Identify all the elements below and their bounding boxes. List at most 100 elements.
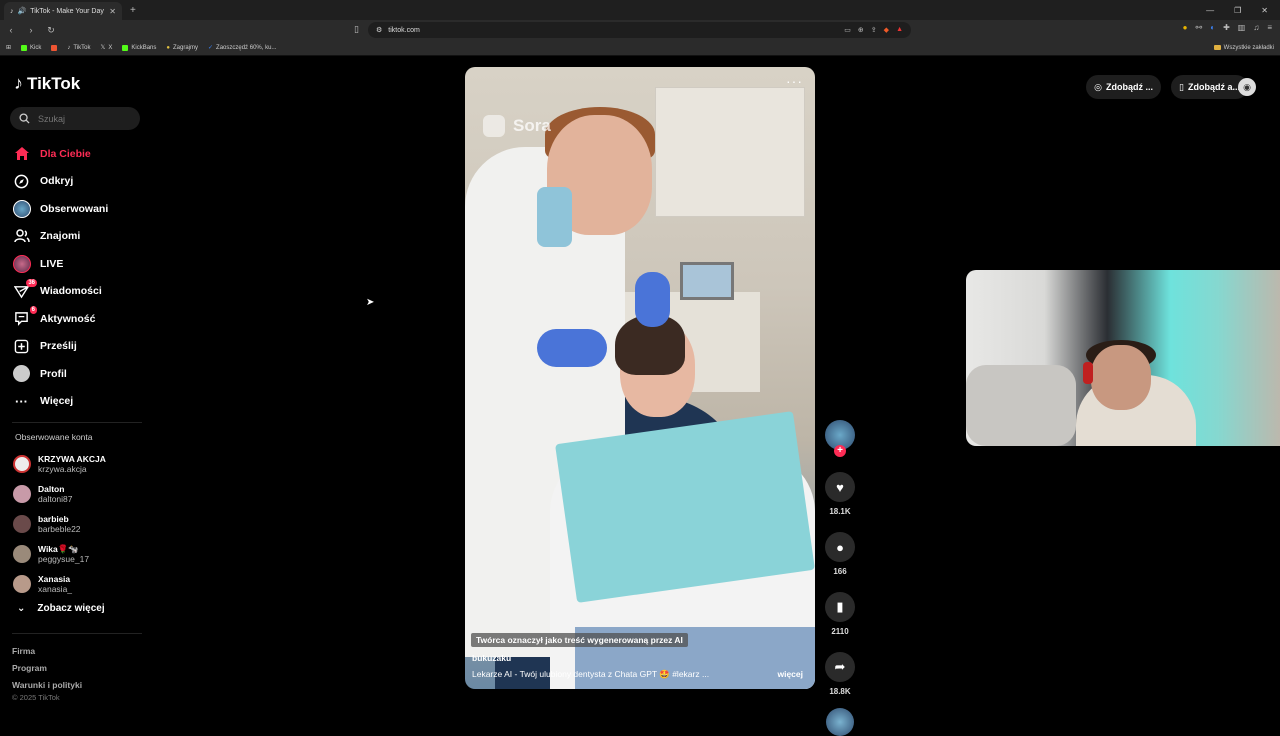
nav-upload[interactable]: Prześlij: [12, 333, 142, 361]
music-disc-icon[interactable]: [826, 708, 854, 736]
extension-icon[interactable]: ⚯: [1196, 23, 1203, 32]
get-app-button[interactable]: ▯ Zdobądź a...: [1171, 75, 1248, 99]
x-icon: 𝕏: [100, 45, 106, 51]
account-item[interactable]: Dalton daltoni87: [13, 479, 143, 509]
all-bookmarks[interactable]: Wszystkie zakładki: [1213, 45, 1274, 51]
url-field[interactable]: ⚙ tiktok.com ▭ ⊕ ⇪ ◆ ▲: [368, 22, 911, 38]
puzzle-icon[interactable]: ✚: [1223, 23, 1230, 32]
video-player[interactable]: Sora ··· Twórca oznaczył jako treść wyge…: [465, 67, 815, 689]
tiktok-icon: ♪: [67, 44, 71, 51]
brave-shield-icon[interactable]: ◆: [884, 26, 889, 34]
creator-avatar[interactable]: +: [825, 420, 855, 457]
extension-icon[interactable]: ●: [1183, 23, 1188, 32]
bookmark-icon[interactable]: ▯: [354, 24, 359, 35]
bookmark-item[interactable]: 𝕏X: [100, 44, 113, 52]
rewards-icon[interactable]: ▲: [896, 26, 903, 34]
video-scene-monitor: [680, 262, 734, 300]
account-item[interactable]: barbieb barbeble22: [13, 509, 143, 539]
footer-link-terms[interactable]: Warunki i polityki: [12, 677, 82, 694]
footer-link-program[interactable]: Program: [12, 660, 82, 677]
live-icon: [12, 254, 31, 273]
more-description-button[interactable]: więcej: [777, 669, 803, 679]
compass-icon: [12, 172, 31, 191]
upload-icon: [12, 337, 31, 356]
comment-icon[interactable]: ●: [825, 532, 855, 562]
sidebar-toggle-icon[interactable]: ▥: [1238, 23, 1246, 32]
sora-watermark: Sora: [483, 115, 551, 137]
tab-close-icon[interactable]: ✕: [109, 7, 116, 16]
forward-icon[interactable]: ›: [26, 25, 36, 35]
folder-icon: [1213, 45, 1221, 50]
get-coins-button[interactable]: ◎ Zdobądź ...: [1086, 75, 1162, 99]
follow-plus-icon[interactable]: +: [834, 445, 846, 457]
browser-tab[interactable]: ♪ 🔊 TikTok - Make Your Day ✕: [4, 2, 122, 20]
bookmark-item[interactable]: KickBans: [122, 44, 156, 51]
nav-live[interactable]: LIVE: [12, 250, 142, 278]
search-box[interactable]: [10, 107, 140, 130]
reload-icon[interactable]: ↻: [46, 25, 56, 36]
search-input[interactable]: [38, 113, 128, 124]
tiktok-logo[interactable]: ♪ TikTok: [14, 73, 80, 94]
video-actions: + ♥ 18.1K ● 166 ▮ 2110 ➦ 18.8K: [824, 420, 856, 736]
bookmark-item[interactable]: [51, 44, 58, 51]
footer-link-company[interactable]: Firma: [12, 643, 82, 660]
messages-icon: 36: [12, 278, 37, 301]
nav-friends[interactable]: Znajomi: [12, 223, 142, 251]
share-arrow-icon[interactable]: ➦: [825, 652, 855, 682]
extension-icon[interactable]: ◐: [1210, 23, 1215, 32]
back-icon[interactable]: ‹: [6, 25, 16, 35]
nav-profile[interactable]: Profil: [12, 360, 142, 388]
music-icon[interactable]: ♫: [1253, 23, 1259, 32]
see-more-button[interactable]: ⌄ Zobacz więcej: [17, 603, 105, 614]
following-accounts-list: KRZYWA AKCJA krzywa.akcja Dalton daltoni87…: [13, 449, 143, 599]
share-icon[interactable]: ⇪: [871, 26, 877, 34]
comment-action[interactable]: ● 166: [825, 532, 855, 576]
tiktok-note-icon: ♪: [14, 73, 23, 93]
close-window-icon[interactable]: ✕: [1261, 6, 1268, 15]
apps-icon[interactable]: ⊞: [6, 44, 11, 51]
like-action[interactable]: ♥ 18.1K: [825, 472, 855, 516]
nav-for-you[interactable]: Dla Ciebie: [12, 140, 142, 168]
nav-more[interactable]: ··· Więcej: [12, 388, 142, 416]
cast-icon[interactable]: ▭: [844, 26, 851, 34]
share-action[interactable]: ➦ 18.8K: [825, 652, 855, 696]
save-count: 2110: [831, 627, 849, 636]
bookmark-item[interactable]: ✓ Zaoszczędź 60%, ku...: [208, 44, 276, 52]
avatar: [13, 485, 31, 503]
sidebar-nav: Dla Ciebie Odkryj Obserwowani Znajomi LI…: [12, 140, 142, 415]
messages-badge: 36: [26, 278, 37, 287]
nav-messages[interactable]: 36 Wiadomości: [12, 278, 142, 306]
nav-activity[interactable]: 6 Aktywność: [12, 305, 142, 333]
account-item[interactable]: Wika🌹🐄 peggysue_17: [13, 539, 143, 569]
new-tab-button[interactable]: +: [130, 5, 136, 16]
menu-icon[interactable]: ≡: [1267, 23, 1272, 32]
sidebar-divider: [12, 633, 142, 634]
save-action[interactable]: ▮ 2110: [825, 592, 855, 636]
heart-icon[interactable]: ♥: [825, 472, 855, 502]
account-item[interactable]: KRZYWA AKCJA krzywa.akcja: [13, 449, 143, 479]
audio-icon: 🔊: [17, 8, 27, 15]
bookmark-item[interactable]: ● Zagrajmy: [166, 45, 198, 51]
restore-icon[interactable]: ❐: [1234, 6, 1241, 15]
account-item[interactable]: Xanasia xanasia_: [13, 569, 143, 599]
comment-count: 166: [833, 567, 847, 576]
user-avatar[interactable]: ◉: [1238, 78, 1256, 96]
video-scene-mask: [537, 187, 572, 247]
bookmarks-bar: ⊞ Kick ♪ TikTok 𝕏X KickBans ● Zagrajmy ✓ Za…: [0, 40, 1280, 56]
bookmark-item[interactable]: ♪ TikTok: [67, 45, 90, 51]
bookmark-item[interactable]: Kick: [21, 44, 41, 51]
bookmark-save-icon[interactable]: ▮: [825, 592, 855, 622]
webcam-scene-head: [1091, 345, 1151, 410]
site-info-icon[interactable]: ⚙: [376, 26, 382, 34]
share-count: 18.8K: [829, 687, 851, 696]
video-scene-bib: [555, 411, 815, 603]
kickbans-icon: [122, 44, 129, 51]
nav-following[interactable]: Obserwowani: [12, 195, 142, 223]
nav-explore[interactable]: Odkryj: [12, 168, 142, 196]
minimize-icon[interactable]: —: [1206, 6, 1214, 15]
webcam-scene-headset: [1083, 362, 1093, 384]
video-author[interactable]: bukuzaku: [472, 653, 511, 663]
browser-tab-bar: ♪ 🔊 TikTok - Make Your Day ✕ + — ❐ ✕: [0, 0, 1280, 20]
video-options-icon[interactable]: ···: [786, 73, 803, 89]
zoom-icon[interactable]: ⊕: [858, 26, 864, 34]
